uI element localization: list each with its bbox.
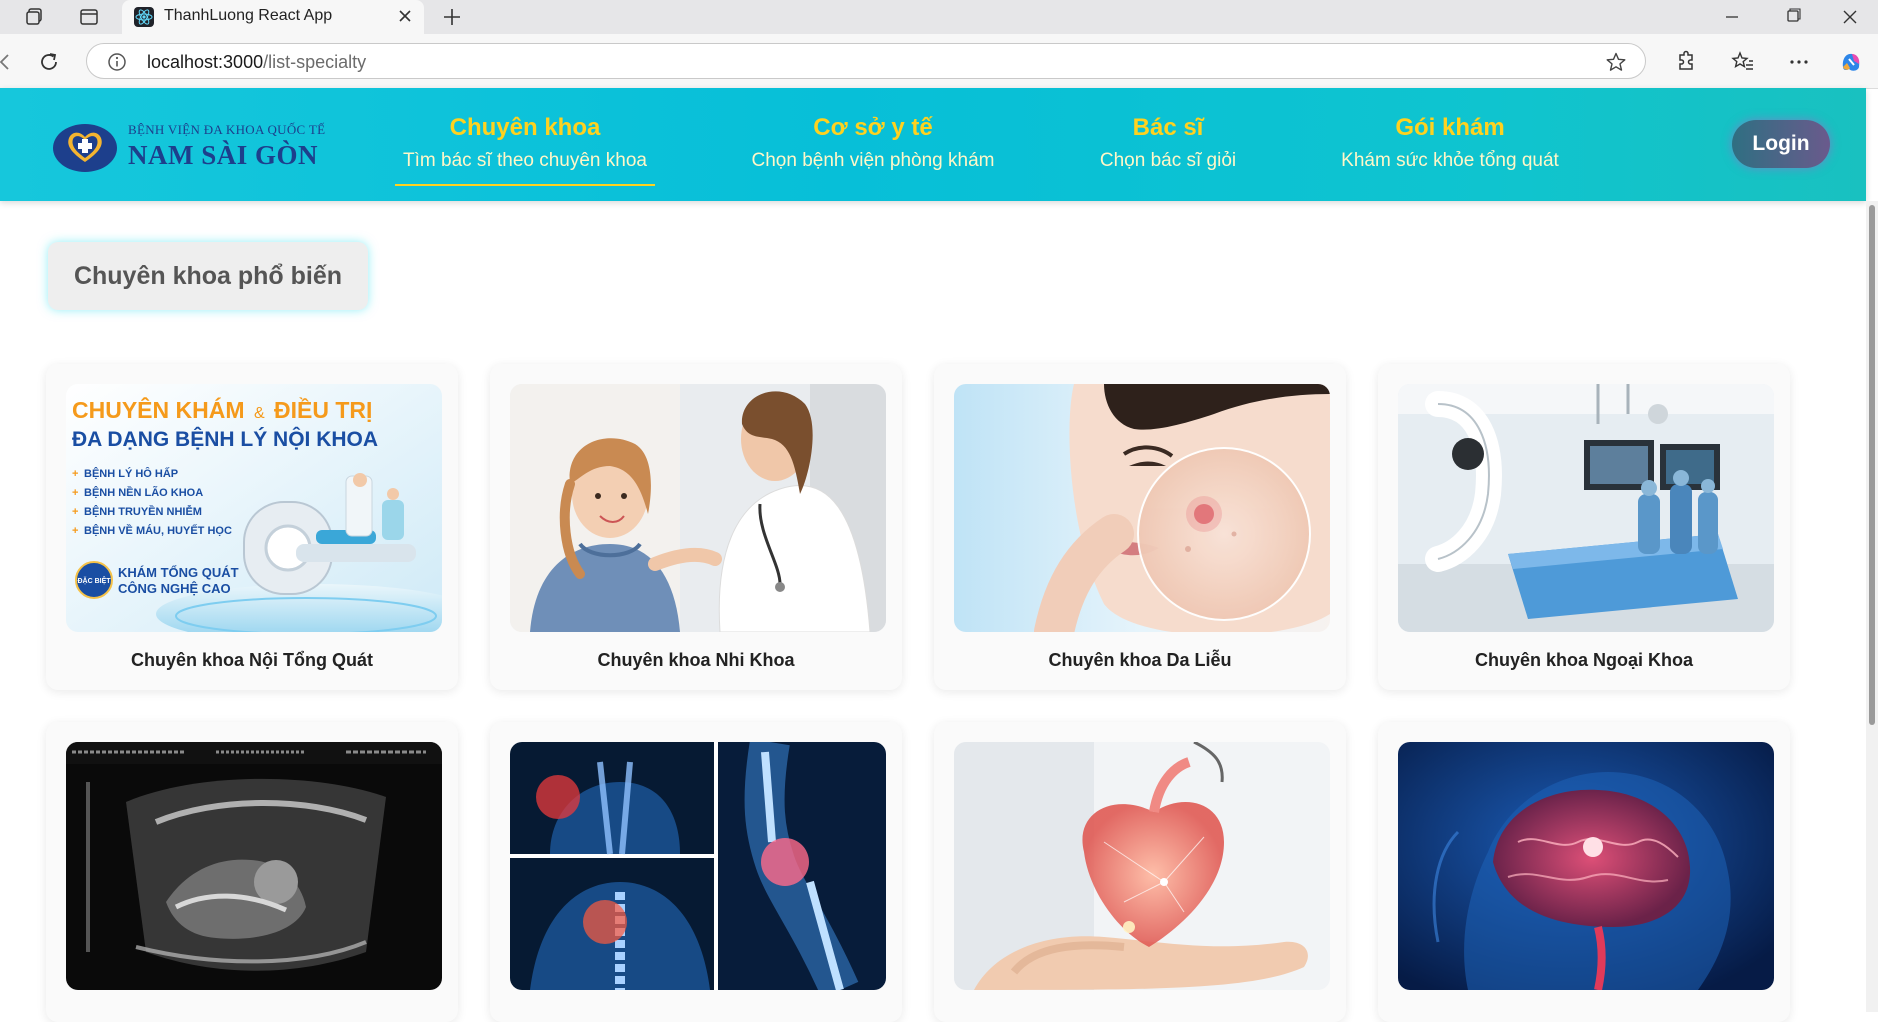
- specialty-card[interactable]: [46, 722, 458, 1022]
- scrollbar-thumb[interactable]: [1869, 205, 1875, 725]
- svg-text:&: &: [254, 405, 265, 422]
- site-info-icon[interactable]: [107, 52, 127, 72]
- favorites-icon[interactable]: [1730, 49, 1756, 75]
- more-menu-icon[interactable]: [1786, 49, 1812, 75]
- nav-subtitle: Chọn bệnh viện phòng khám: [751, 150, 995, 171]
- specialty-image: [954, 742, 1330, 990]
- specialty-name: Chuyên khoa Nhi Khoa: [597, 650, 795, 670]
- copilot-icon[interactable]: [1838, 49, 1864, 75]
- specialty-name: Chuyên khoa Nội Tổng Quát: [131, 650, 373, 670]
- tab-actions-icon[interactable]: [78, 6, 100, 28]
- url-input[interactable]: localhost:3000/list-specialty: [86, 43, 1646, 79]
- pediatrics-image: [510, 384, 886, 632]
- minimize-icon[interactable]: [1712, 4, 1752, 30]
- specialty-name: Chuyên khoa Da Liễu: [1048, 650, 1232, 670]
- nav-title: Chuyên khoa: [449, 114, 601, 141]
- svg-text:+: +: [72, 506, 78, 518]
- nav-co-so-y-te[interactable]: Cơ sở y tế Chọn bệnh viện phòng khám: [738, 114, 1008, 172]
- nav-subtitle: Tìm bác sĩ theo chuyên khoa: [403, 150, 647, 171]
- browser-tab-bar: ThanhLuong React App: [0, 0, 1878, 34]
- specialty-card[interactable]: Chuyên khoa Da Liễu: [934, 364, 1346, 690]
- musculoskeletal-image: [510, 742, 886, 990]
- back-icon[interactable]: [0, 49, 18, 75]
- svg-text:+: +: [72, 525, 78, 537]
- tab-title: ThanhLuong React App: [164, 7, 333, 24]
- specialty-name: Chuyên khoa Ngoại Khoa: [1474, 650, 1694, 670]
- internal-medicine-banner-image: CHUYÊN KHÁM & ĐIỀU TRỊ ĐA DẠNG BỆNH LÝ N…: [66, 384, 442, 632]
- hospital-heart-logo-icon: [53, 124, 117, 172]
- specialty-card[interactable]: [934, 722, 1346, 1022]
- svg-text:BỆNH LÝ HÔ HẤP: BỆNH LÝ HÔ HẤP: [84, 467, 178, 480]
- section-title: Chuyên khoa phổ biến: [73, 262, 343, 290]
- section-title-box: Chuyên khoa phổ biến: [48, 242, 368, 310]
- svg-text:ĐIỀU TRỊ: ĐIỀU TRỊ: [274, 396, 372, 423]
- svg-text:KHÁM TỔNG QUÁT: KHÁM TỔNG QUÁT: [118, 565, 239, 580]
- url-path: /list-specialty: [263, 52, 367, 72]
- svg-text:BỆNH VỀ MÁU, HUYẾT HỌC: BỆNH VỀ MÁU, HUYẾT HỌC: [84, 524, 232, 537]
- specialty-image: [1398, 384, 1774, 632]
- hospital-logo[interactable]: BỆNH VIỆN ĐA KHOA QUỐC TẾ NAM SÀI GÒN: [52, 118, 325, 174]
- specialty-card[interactable]: Chuyên khoa Ngoại Khoa: [1378, 364, 1790, 690]
- tab-close-icon[interactable]: [394, 5, 416, 27]
- active-nav-underline: [395, 184, 655, 186]
- neurology-image: [1398, 742, 1774, 990]
- specialty-card[interactable]: Chuyên khoa Nhi Khoa: [490, 364, 902, 690]
- favorite-star-icon[interactable]: [1605, 51, 1627, 73]
- site-header: BỆNH VIỆN ĐA KHOA QUỐC TẾ NAM SÀI GÒN Ch…: [0, 88, 1866, 201]
- nav-title: Bác sĩ: [1132, 114, 1204, 141]
- new-tab-icon[interactable]: [440, 5, 464, 29]
- nav-goi-kham[interactable]: Gói khám Khám sức khỏe tổng quát: [1335, 114, 1565, 172]
- logo-tagline: BỆNH VIỆN ĐA KHOA QUỐC TẾ: [128, 122, 326, 137]
- svg-text:ĐẶC BIỆT: ĐẶC BIỆT: [77, 576, 111, 585]
- nav-title: Cơ sở y tế: [813, 114, 933, 141]
- svg-text:CÔNG NGHỆ CAO: CÔNG NGHỆ CAO: [118, 581, 231, 596]
- page-scrollbar[interactable]: [1866, 201, 1878, 1012]
- specialty-image: [66, 742, 442, 990]
- svg-text:CHUYÊN KHÁM: CHUYÊN KHÁM: [72, 396, 245, 423]
- svg-text:BỆNH TRUYỀN NHIỄM: BỆNH TRUYỀN NHIỄM: [84, 505, 202, 518]
- address-bar: localhost:3000/list-specialty: [0, 34, 1878, 89]
- nav-bac-si[interactable]: Bác sĩ Chọn bác sĩ giỏi: [1088, 114, 1248, 172]
- close-window-icon[interactable]: [1830, 4, 1870, 30]
- svg-text:ĐA DẠNG BỆNH LÝ NỘI KHOA: ĐA DẠNG BỆNH LÝ NỘI KHOA: [72, 427, 378, 451]
- workspaces-icon[interactable]: [24, 6, 46, 28]
- surgery-room-image: [1398, 384, 1774, 632]
- nav-subtitle: Khám sức khỏe tổng quát: [1341, 150, 1559, 171]
- dermatology-image: [954, 384, 1330, 632]
- svg-text:+: +: [72, 487, 78, 499]
- refresh-icon[interactable]: [36, 49, 62, 75]
- extensions-icon[interactable]: [1672, 49, 1698, 75]
- nav-title: Gói khám: [1395, 114, 1505, 141]
- url-host: localhost:3000: [147, 52, 264, 72]
- logo-name: NAM SÀI GÒN: [128, 140, 319, 170]
- specialty-image: [1398, 742, 1774, 990]
- specialty-card[interactable]: [1378, 722, 1790, 1022]
- specialty-image: [510, 384, 886, 632]
- specialty-image: CHUYÊN KHÁM & ĐIỀU TRỊ ĐA DẠNG BỆNH LÝ N…: [66, 384, 442, 632]
- react-favicon-icon: [134, 7, 154, 27]
- svg-text:+: +: [72, 468, 78, 480]
- cardiology-image: [954, 742, 1330, 990]
- nav-chuyen-khoa[interactable]: Chuyên khoa Tìm bác sĩ theo chuyên khoa: [395, 114, 655, 172]
- specialty-image: [954, 384, 1330, 632]
- login-button[interactable]: Login: [1732, 120, 1830, 168]
- url-text: localhost:3000/list-specialty: [147, 52, 366, 73]
- specialty-card[interactable]: [490, 722, 902, 1022]
- ultrasound-image: [66, 742, 442, 990]
- restore-icon[interactable]: [1772, 4, 1812, 30]
- nav-subtitle: Chọn bác sĩ giỏi: [1099, 150, 1237, 171]
- tab-active[interactable]: ThanhLuong React App: [122, 0, 424, 34]
- specialty-image: [510, 742, 886, 990]
- specialty-card[interactable]: CHUYÊN KHÁM & ĐIỀU TRỊ ĐA DẠNG BỆNH LÝ N…: [46, 364, 458, 690]
- svg-text:BỆNH NỀN LÃO KHOA: BỆNH NỀN LÃO KHOA: [84, 486, 203, 499]
